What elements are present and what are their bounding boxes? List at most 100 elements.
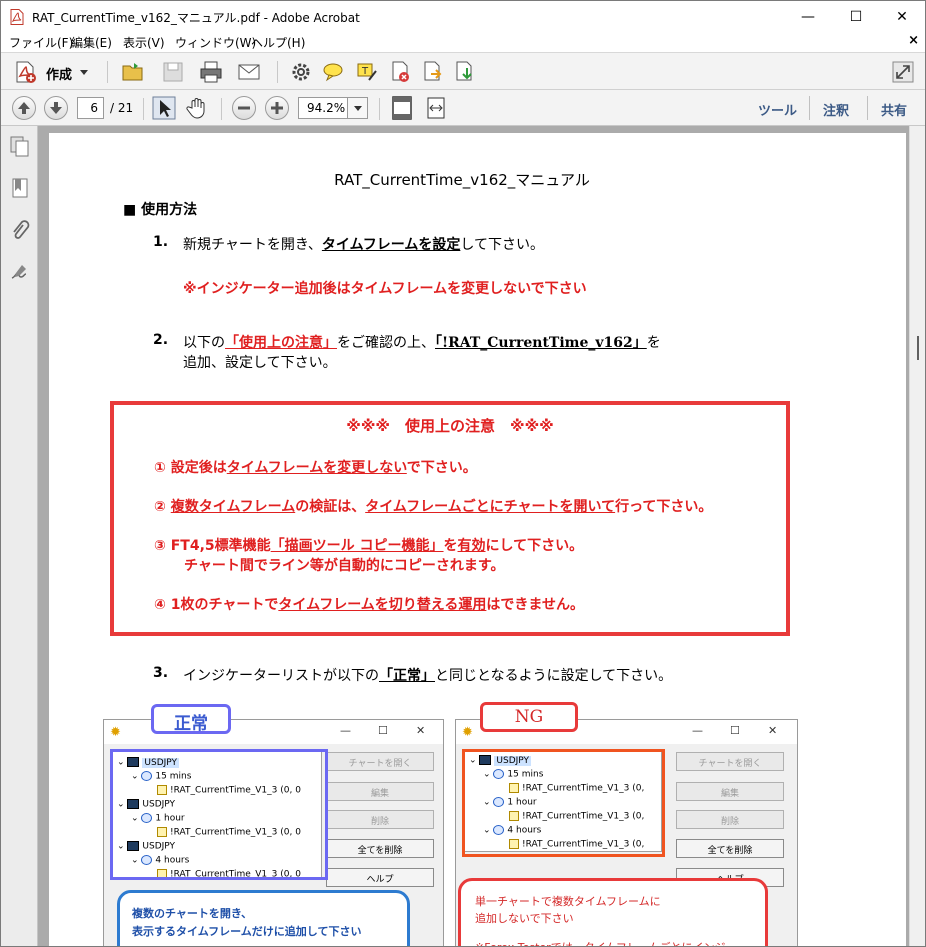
previous-page-button[interactable] xyxy=(12,96,36,120)
notice-item-1: ① 設定後はタイムフレームを変更しないで下さい。 xyxy=(154,460,477,476)
zoom-level-input[interactable]: 94.2% xyxy=(298,97,348,119)
ok-callout-line-2: 表示するタイムフレームだけに追加して下さい xyxy=(132,925,362,938)
export-page-icon[interactable] xyxy=(421,60,445,84)
maximize-button[interactable]: ☐ xyxy=(833,1,879,32)
pdf-page: RAT_CurrentTime_v162_マニュアル ■ 使用方法 1. 新規チ… xyxy=(49,133,906,946)
email-icon[interactable] xyxy=(237,60,261,84)
highlight-text-icon[interactable]: T xyxy=(355,60,379,84)
page-number-input[interactable]: 6 xyxy=(77,97,104,119)
delete-all-button: 全てを削除 xyxy=(326,839,434,858)
fullscreen-icon[interactable] xyxy=(891,60,915,84)
close-button[interactable]: ✕ xyxy=(879,1,925,32)
arrow-down-icon xyxy=(50,102,62,114)
print-icon[interactable] xyxy=(199,60,223,84)
delete-button: 削除 xyxy=(326,810,434,829)
zoom-dropdown-button[interactable] xyxy=(347,97,368,119)
ok-highlight-frame xyxy=(110,749,328,880)
next-page-button[interactable] xyxy=(44,96,68,120)
edit-button: 編集 xyxy=(676,782,784,801)
tools-pane-link[interactable]: ツール xyxy=(758,100,797,119)
zoom-in-button[interactable] xyxy=(265,96,289,120)
save-disk-icon[interactable] xyxy=(161,60,185,84)
help-button: ヘルプ xyxy=(326,868,434,887)
step-1-text: 新規チャートを開き、タイムフレームを設定して下さい。 xyxy=(183,237,544,253)
plus-icon xyxy=(271,102,283,114)
fit-page-icon[interactable] xyxy=(390,96,414,120)
menu-file[interactable]: ファイル(F) xyxy=(9,34,73,51)
maximize-icon: ☐ xyxy=(730,724,740,737)
step-3-number: 3. xyxy=(153,665,169,681)
comment-bubble-icon[interactable] xyxy=(321,60,345,84)
ng-callout-line-1: 単一チャートで複数タイムフレームに xyxy=(475,895,661,908)
gear-icon[interactable] xyxy=(289,60,313,84)
create-dropdown-icon[interactable] xyxy=(80,70,88,75)
ng-callout-line-3: ※Forex Testerでは、タイムフレームごとにインジ xyxy=(475,939,765,946)
menu-edit[interactable]: 編集(E) xyxy=(71,34,112,51)
step-2-number: 2. xyxy=(153,332,169,348)
document-title: RAT_CurrentTime_v162_マニュアル xyxy=(334,171,590,189)
notice-item-4: ④ 1枚のチャートでタイムフレームを切り替える運用はできません。 xyxy=(154,597,584,613)
arrow-up-icon xyxy=(18,102,30,114)
maximize-icon: ☐ xyxy=(378,724,388,737)
menu-view[interactable]: 表示(V) xyxy=(123,34,165,51)
create-button[interactable]: 作成 xyxy=(46,64,72,83)
delete-all-button: 全てを削除 xyxy=(676,839,784,858)
ok-label: 正常 xyxy=(151,704,231,734)
toolbar-separator xyxy=(143,98,144,120)
ng-highlight-frame xyxy=(462,749,665,857)
toolbar-separator xyxy=(277,61,278,83)
menu-help[interactable]: ヘルプ(H) xyxy=(251,34,305,51)
scrollbar-thumb[interactable] xyxy=(917,336,919,360)
open-folder-icon[interactable] xyxy=(121,60,145,84)
vertical-scrollbar[interactable] xyxy=(909,126,925,946)
close-icon: ✕ xyxy=(768,724,778,737)
minimize-icon: — xyxy=(692,724,703,737)
import-page-icon[interactable] xyxy=(453,60,477,84)
toolbar-separator xyxy=(221,98,222,120)
hand-tool-icon[interactable] xyxy=(185,96,209,120)
menu-bar: ファイル(F) 編集(E) 表示(V) ウィンドウ(W) ヘルプ(H) × xyxy=(1,32,925,52)
page-thumbnails-icon[interactable] xyxy=(10,136,30,158)
toolbar-separator xyxy=(379,98,380,120)
share-pane-link[interactable]: 共有 xyxy=(881,100,907,119)
ng-label: NG xyxy=(480,702,578,732)
ng-callout-line-2: 追加しないで下さい xyxy=(475,912,574,925)
attachments-paperclip-icon[interactable] xyxy=(10,220,30,242)
comment-pane-link[interactable]: 注釈 xyxy=(823,100,849,119)
minimize-icon: — xyxy=(340,724,351,737)
step-1-warning: ※インジケーター追加後はタイムフレームを変更しないで下さい xyxy=(183,281,587,297)
zoom-out-button[interactable] xyxy=(232,96,256,120)
title-bar: RAT_CurrentTime_v162_マニュアル.pdf - Adobe A… xyxy=(1,1,925,32)
section-heading: ■ 使用方法 xyxy=(123,202,198,218)
window-title: RAT_CurrentTime_v162_マニュアル.pdf - Adobe A… xyxy=(32,11,360,25)
svg-text:T: T xyxy=(361,66,369,77)
ok-callout-line-1: 複数のチャートを開き、 xyxy=(132,907,253,920)
pdf-file-icon xyxy=(10,9,24,25)
signature-pen-icon[interactable] xyxy=(10,262,30,284)
notice-item-3-line2: チャート間でライン等が自動的にコピーされます。 xyxy=(184,558,505,574)
open-chart-button: チャートを開く xyxy=(326,752,434,771)
create-pdf-icon[interactable] xyxy=(13,60,37,84)
bookmarks-icon[interactable] xyxy=(10,178,30,200)
delete-page-icon[interactable] xyxy=(389,60,413,84)
close-icon: ✕ xyxy=(416,724,426,737)
toolbar-separator xyxy=(809,96,810,120)
document-view: RAT_CurrentTime_v162_マニュアル ■ 使用方法 1. 新規チ… xyxy=(38,126,909,946)
step-3-text: インジケーターリストが以下の「正常」と同じとなるように設定して下さい。 xyxy=(183,668,673,684)
document-close-icon[interactable]: × xyxy=(908,33,919,48)
navigation-pane xyxy=(1,126,38,946)
notice-item-3: ③ FT4,5標準機能「描画ツール コピー機能」を有効にして下さい。 xyxy=(154,538,584,554)
page-total: / 21 xyxy=(110,101,134,115)
ng-callout: 単一チャートで複数タイムフレームに 追加しないで下さい ※Forex Teste… xyxy=(458,878,768,946)
toolbar-separator xyxy=(107,61,108,83)
acrobat-window: RAT_CurrentTime_v162_マニュアル.pdf - Adobe A… xyxy=(0,0,926,947)
notice-title: ※※※ 使用上の注意 ※※※ xyxy=(346,417,554,435)
menu-window[interactable]: ウィンドウ(W) xyxy=(175,34,256,51)
fit-width-icon[interactable] xyxy=(424,96,448,120)
minimize-button[interactable]: — xyxy=(785,1,831,32)
select-cursor-icon[interactable] xyxy=(152,96,176,120)
usage-notice-box: ※※※ 使用上の注意 ※※※ ① 設定後はタイムフレームを変更しないで下さい。 … xyxy=(110,401,790,636)
main-toolbar: 作成 T xyxy=(1,52,925,90)
ok-callout: 複数のチャートを開き、 表示するタイムフレームだけに追加して下さい xyxy=(117,890,410,946)
notice-item-2: ② 複数タイムフレームの検証は、タイムフレームごとにチャートを開いて行って下さい… xyxy=(154,499,713,515)
